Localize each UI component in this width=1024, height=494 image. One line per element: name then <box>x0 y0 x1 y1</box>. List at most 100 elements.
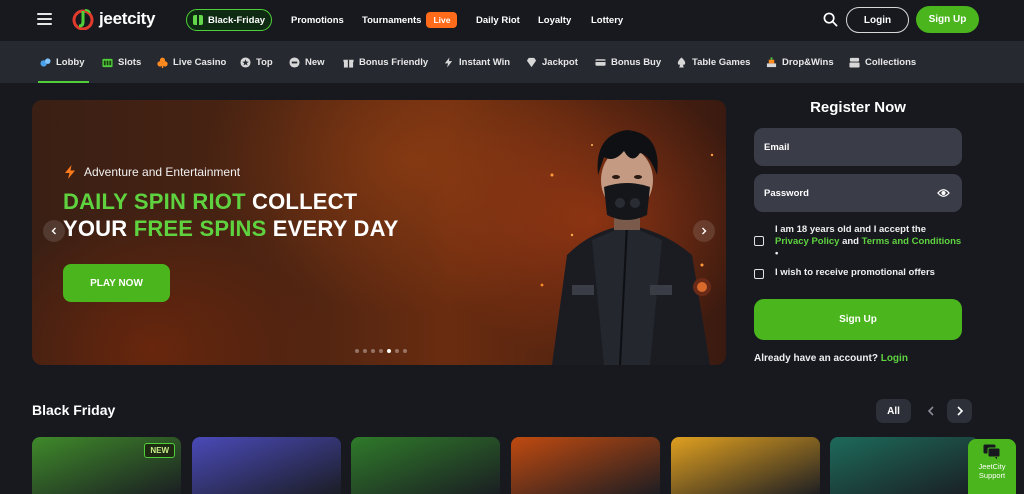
login-link[interactable]: Login <box>881 353 908 364</box>
logo[interactable]: jeetcity <box>72 8 155 30</box>
category-label: Drop&Wins <box>782 56 834 68</box>
terms-row: I am 18 years old and I accept the Priva… <box>754 224 962 260</box>
privacy-policy-link[interactable]: Privacy Policy <box>775 236 839 247</box>
category-lobby[interactable]: Lobby <box>38 41 88 83</box>
jackpot-icon <box>526 57 537 67</box>
promo-row: I wish to receive promotional offers <box>754 267 935 279</box>
category-table-games[interactable]: Table Games <box>676 41 750 83</box>
nav-daily-riot[interactable]: Daily Riot <box>476 0 520 40</box>
category-top[interactable]: Top <box>240 41 273 83</box>
email-field[interactable] <box>754 128 962 166</box>
carousel-dot[interactable] <box>395 349 399 353</box>
game-tile[interactable] <box>192 437 341 494</box>
collections-icon <box>849 57 860 68</box>
hero-title: DAILY SPIN RIOT COLLECT YOUR FREE SPINS … <box>63 188 399 242</box>
password-field[interactable] <box>754 174 962 212</box>
all-button[interactable]: All <box>876 399 911 423</box>
carousel-dot[interactable] <box>355 349 359 353</box>
category-collections[interactable]: Collections <box>849 41 916 83</box>
hero-subtitle: Adventure and Entertainment <box>64 165 240 179</box>
have-account-text: Already have an account? Login <box>754 353 908 364</box>
have-account-label: Already have an account? <box>754 353 878 364</box>
category-bonus-buy[interactable]: Bonus Buy <box>595 41 661 83</box>
category-new[interactable]: New <box>289 41 325 83</box>
category-bar: Lobby Slots Live Casino Top New Bonus Fr… <box>0 41 1024 83</box>
lobby-icon <box>40 57 51 67</box>
register-title: Register Now <box>810 99 906 116</box>
black-friday-label: Black-Friday <box>207 14 266 26</box>
signup-button-header[interactable]: Sign Up <box>916 6 979 33</box>
email-input[interactable] <box>764 141 934 153</box>
game-tile[interactable]: NEW <box>32 437 181 494</box>
terms-text: I am 18 years old and I accept the Priva… <box>775 224 962 260</box>
support-button[interactable]: JeetCity Support <box>968 439 1016 494</box>
chat-icon <box>983 444 1001 460</box>
terms-conditions-link[interactable]: Terms and Conditions <box>862 236 962 247</box>
play-now-button[interactable]: PLAY NOW <box>63 264 170 302</box>
new-badge: NEW <box>144 443 175 458</box>
carousel-dot[interactable] <box>387 349 391 353</box>
black-friday-button[interactable]: Black-Friday <box>186 9 272 31</box>
nav-lottery[interactable]: Lottery <box>591 0 623 40</box>
category-bonus-friendly[interactable]: Bonus Friendly <box>343 41 428 83</box>
category-jackpot[interactable]: Jackpot <box>526 41 578 83</box>
hero-prev-button[interactable] <box>43 220 65 242</box>
promo-checkbox[interactable] <box>754 269 764 279</box>
category-label: Table Games <box>692 56 751 68</box>
carousel-next-button[interactable] <box>947 399 972 423</box>
category-label: Live Casino <box>173 56 227 68</box>
hero-banner[interactable]: Adventure and Entertainment DAILY SPIN R… <box>32 100 726 365</box>
support-label: JeetCity Support <box>978 462 1005 480</box>
signup-button[interactable]: Sign Up <box>754 299 962 340</box>
bonus-friendly-icon <box>343 59 354 68</box>
search-icon[interactable] <box>823 12 838 27</box>
hero-title-white-1: COLLECT <box>245 189 358 214</box>
top-icon <box>240 56 251 68</box>
carousel-dot[interactable] <box>403 349 407 353</box>
category-instant-win[interactable]: Instant Win <box>443 41 510 83</box>
password-input[interactable] <box>764 187 934 199</box>
carousel-dot[interactable] <box>371 349 375 353</box>
carousel-dots <box>355 349 407 353</box>
game-tile[interactable] <box>671 437 820 494</box>
category-label: Jackpot <box>542 56 578 68</box>
hero-title-white-3: EVERY DAY <box>266 216 399 241</box>
live-badge: Live <box>426 12 458 28</box>
section-title: Black Friday <box>32 402 116 418</box>
chevron-right-icon <box>956 406 963 416</box>
terms-and-text: and <box>839 236 862 247</box>
eye-icon[interactable] <box>937 187 950 199</box>
category-label: Bonus Buy <box>611 56 662 68</box>
game-tile[interactable] <box>511 437 660 494</box>
category-drop-wins[interactable]: Drop&Wins <box>766 41 834 83</box>
terms-checkbox[interactable] <box>754 236 764 246</box>
carousel-dot[interactable] <box>379 349 383 353</box>
nav-promotions[interactable]: Promotions <box>291 0 344 40</box>
chevron-left-icon <box>51 227 56 235</box>
slots-icon <box>102 58 113 67</box>
category-label: Instant Win <box>459 56 511 68</box>
category-label: New <box>305 56 325 68</box>
live-casino-icon <box>157 57 168 68</box>
category-live-casino[interactable]: Live Casino <box>157 41 226 83</box>
menu-icon[interactable] <box>37 13 52 25</box>
category-label: Bonus Friendly <box>359 56 429 68</box>
terms-text-1: I am 18 years old and I accept the <box>775 224 927 235</box>
nav-tournaments[interactable]: Tournaments Live <box>362 0 458 40</box>
logo-icon <box>72 9 94 30</box>
new-icon <box>289 56 300 68</box>
login-button[interactable]: Login <box>846 7 909 33</box>
nav-loyalty[interactable]: Loyalty <box>538 0 571 40</box>
category-slots[interactable]: Slots <box>102 41 141 83</box>
game-tile[interactable] <box>351 437 500 494</box>
carousel-prev-button[interactable] <box>918 399 943 423</box>
promo-text: I wish to receive promotional offers <box>775 267 935 278</box>
gift-icon <box>192 15 203 25</box>
game-tile[interactable] <box>830 437 979 494</box>
required-mark: • <box>775 248 779 259</box>
bonus-buy-icon <box>595 58 606 66</box>
carousel-dot[interactable] <box>363 349 367 353</box>
category-label: Collections <box>865 56 917 68</box>
hero-next-button[interactable] <box>693 220 715 242</box>
chevron-right-icon <box>702 227 707 235</box>
